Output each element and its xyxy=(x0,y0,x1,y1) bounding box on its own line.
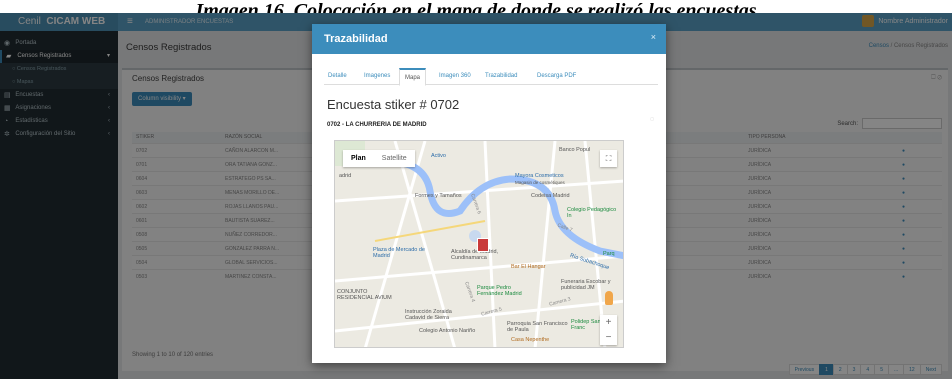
tab-imagenes[interactable]: Imagenes xyxy=(364,68,390,85)
map-label: Casa Nepenthe xyxy=(511,337,550,343)
map-label: CONJUNTO RESIDENCIAL AVIUM xyxy=(337,289,392,301)
map-type-control: Plan Satellite xyxy=(343,150,415,167)
map-label: Funeraria Escobar y publicidad JM xyxy=(561,279,611,291)
survey-heading: Encuesta stiker # 0702 xyxy=(327,97,460,112)
map-label: Formes y Tamaños xyxy=(415,193,462,199)
zoom-out-button[interactable]: − xyxy=(600,330,617,345)
spinner-icon: ◌ xyxy=(649,116,654,123)
map-label: Codeisa Madrid xyxy=(531,193,570,199)
map-label: Parroquia San Francisco de Paula xyxy=(507,321,568,333)
map-label: Magasin de cosmétiques xyxy=(515,180,565,185)
map-type-satellite[interactable]: Satellite xyxy=(374,150,415,167)
map-label: Parq xyxy=(603,251,615,257)
map-label: Polidep San Franc xyxy=(571,319,601,331)
close-icon[interactable]: × xyxy=(651,32,656,42)
modal-header: Trazabilidad × xyxy=(312,24,666,54)
survey-location-marker[interactable] xyxy=(477,238,489,252)
map-type-plan[interactable]: Plan xyxy=(343,150,374,167)
map-label: Colegio Pedagógico In xyxy=(567,207,617,219)
map-view[interactable]: Activo adrid Banco Popul Mayora Cosmetic… xyxy=(334,140,624,348)
map-label: Mayora Cosmeticos xyxy=(515,173,564,179)
tab-trazabilidad[interactable]: Trazabilidad xyxy=(485,68,517,85)
modal-tabs: Detalle Imagenes Mapa Imagen 360 Trazabi… xyxy=(324,68,658,86)
fullscreen-icon[interactable]: ⛶ xyxy=(600,150,617,167)
tab-detalle[interactable]: Detalle xyxy=(328,68,347,85)
map-label: Parque Pedro Fernández Madrid xyxy=(477,285,522,297)
map-label: adrid xyxy=(339,173,352,179)
zoom-in-button[interactable]: + xyxy=(600,315,617,330)
survey-subheading: 0702 - LA CHURRERIA DE MADRID xyxy=(327,122,427,128)
map-label: Activo xyxy=(431,153,446,159)
tab-mapa[interactable]: Mapa xyxy=(399,68,427,86)
map-label: Colegio Antonio Nariño xyxy=(419,328,476,334)
tab-imagen-360[interactable]: Imagen 360 xyxy=(439,68,471,85)
map-label: Instrucción Zoraida Cadavid de Sierra xyxy=(405,309,452,321)
street-view-pegman-icon[interactable] xyxy=(605,291,613,305)
map-label: Banco Popul xyxy=(559,147,591,153)
modal-title: Trazabilidad xyxy=(324,33,388,45)
tab-descarga-pdf[interactable]: Descarga PDF xyxy=(537,68,576,85)
trazabilidad-modal: Trazabilidad × Detalle Imagenes Mapa Ima… xyxy=(312,24,666,363)
zoom-control: + − xyxy=(600,315,617,345)
map-label: Plaza de Mercado de Madrid xyxy=(373,247,425,259)
map-label: Bar El Hangar xyxy=(511,264,546,270)
